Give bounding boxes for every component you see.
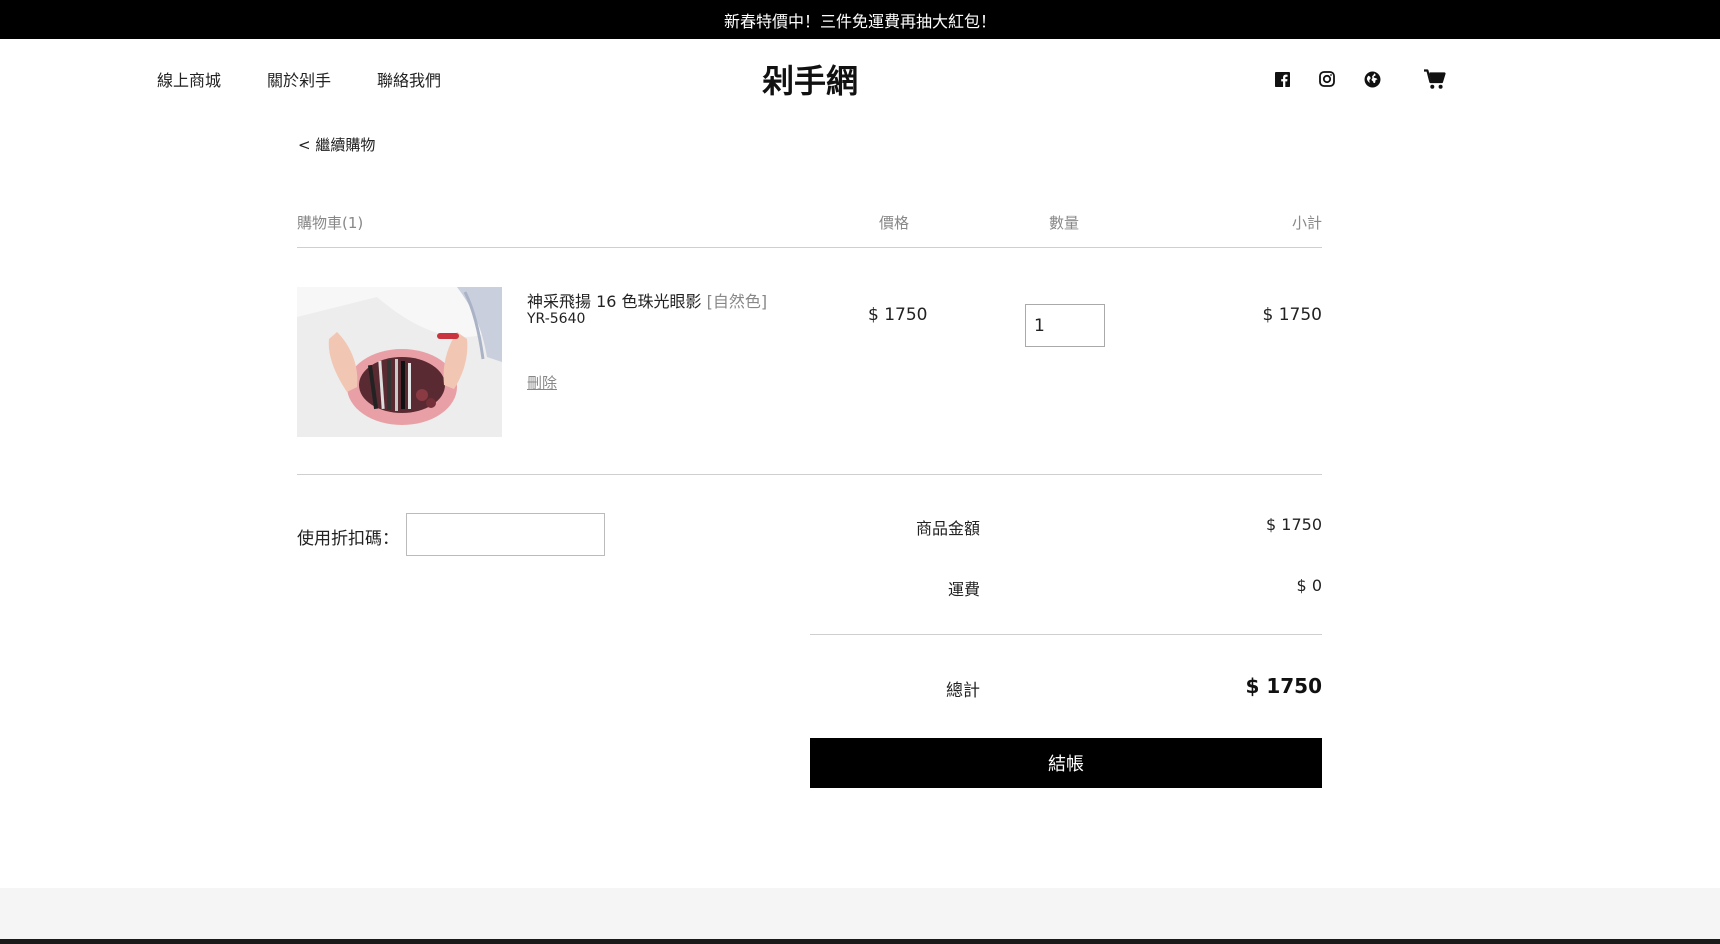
continue-shopping-link[interactable]: < 繼續購物 — [298, 134, 375, 155]
coupon-label: 使用折扣碼： — [297, 529, 399, 549]
cart-table-header: 購物車(1) 價格 數量 小計 — [297, 208, 1322, 248]
item-price: $ 1750 — [868, 305, 928, 325]
total-label: 總計 — [946, 681, 980, 701]
product-image[interactable] — [297, 287, 502, 437]
price-header: 價格 — [879, 214, 910, 232]
announcement-bar: 新春特價中！三件免運費再抽大紅包！ — [0, 0, 1720, 39]
footer-section — [0, 888, 1720, 944]
summary-divider — [810, 634, 1322, 635]
subtotal-header: 小計 — [1291, 214, 1322, 232]
site-header: 線上商城 關於剁手 聯絡我們 剁手網 — [0, 39, 1720, 119]
announcement-text: 新春特價中！三件免運費再抽大紅包！ — [723, 11, 996, 31]
shipping-value: $ 0 — [1296, 576, 1322, 595]
delete-item-link[interactable]: 刪除 — [527, 372, 557, 393]
product-title: 神采飛揚 16 色珠光眼影 — [527, 292, 702, 311]
checkout-button[interactable]: 結帳 — [810, 738, 1322, 788]
shipping-label: 運費 — [947, 580, 980, 599]
items-amount-value: $ 1750 — [1266, 515, 1322, 534]
quantity-header: 數量 — [1049, 214, 1080, 232]
product-sku: YR-5640 — [527, 311, 586, 327]
cart-count-header: 購物車(1) — [297, 214, 364, 232]
product-name[interactable]: 神采飛揚 16 色珠光眼影 [自然色] — [527, 288, 767, 312]
items-amount-label: 商品金額 — [915, 519, 980, 538]
total-value: $ 1750 — [1245, 674, 1322, 698]
instagram-icon[interactable] — [1313, 65, 1341, 93]
item-subtotal: $ 1750 — [1262, 305, 1322, 325]
quantity-input[interactable] — [1025, 304, 1105, 347]
item-divider — [297, 474, 1322, 475]
globe-icon[interactable] — [1358, 65, 1386, 93]
bottom-edge — [0, 939, 1720, 944]
facebook-icon[interactable] — [1268, 65, 1296, 93]
product-variant: [自然色] — [706, 292, 768, 311]
coupon-input[interactable] — [406, 513, 605, 556]
header-icons — [1268, 39, 1449, 119]
cart-icon[interactable] — [1421, 65, 1449, 93]
